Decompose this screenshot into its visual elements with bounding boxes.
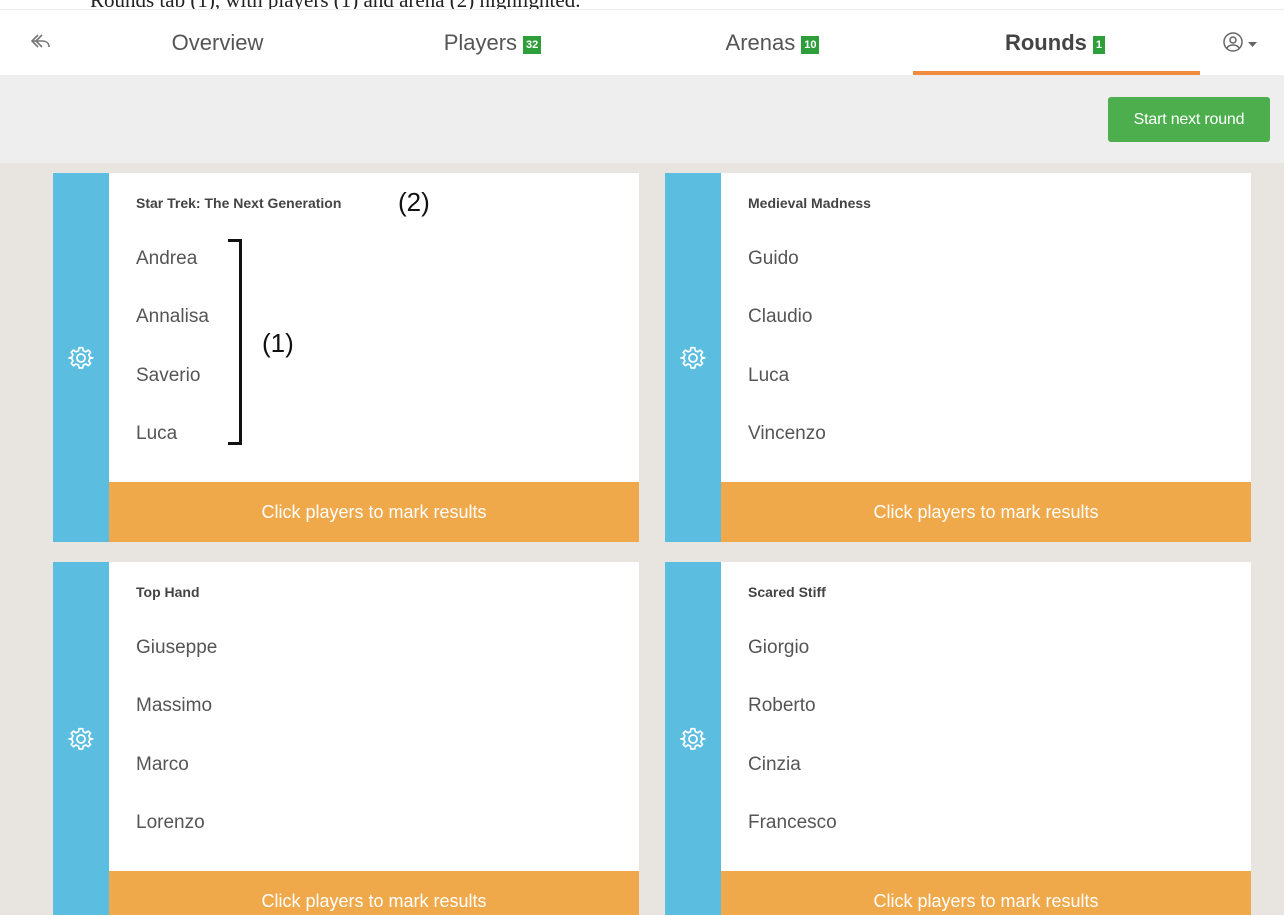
player-item[interactable]: Giuseppe bbox=[136, 637, 217, 659]
round-card: Top Hand Giuseppe Massimo Marco Lorenzo … bbox=[53, 562, 639, 915]
arenas-count-badge: 10 bbox=[801, 35, 820, 54]
rounds-count-badge: 1 bbox=[1092, 35, 1105, 54]
tab-overview-label: Overview bbox=[171, 29, 264, 55]
player-item[interactable]: Roberto bbox=[748, 695, 816, 717]
player-item[interactable]: Guido bbox=[748, 248, 799, 270]
top-navigation: Overview Players 32 Arenas 10 Rounds 1 bbox=[0, 10, 1284, 75]
player-item[interactable]: Luca bbox=[748, 365, 789, 387]
arena-name: Scared Stiff bbox=[748, 584, 826, 600]
round-card: Star Trek: The Next Generation Andrea An… bbox=[53, 173, 639, 542]
round-card: Medieval Madness Guido Claudio Luca Vinc… bbox=[665, 173, 1251, 542]
player-item[interactable]: Luca bbox=[136, 423, 177, 445]
arena-name: Top Hand bbox=[136, 584, 200, 600]
tab-arenas[interactable]: Arenas 10 bbox=[705, 10, 840, 75]
player-item[interactable]: Saverio bbox=[136, 365, 200, 387]
mark-results-bar[interactable]: Click players to mark results bbox=[109, 482, 639, 542]
user-menu[interactable] bbox=[1222, 31, 1268, 58]
card-settings-button[interactable] bbox=[665, 173, 721, 542]
gear-icon bbox=[680, 726, 706, 752]
gear-icon bbox=[68, 726, 94, 752]
card-settings-button[interactable] bbox=[53, 562, 109, 915]
mark-results-bar[interactable]: Click players to mark results bbox=[109, 871, 639, 915]
player-item[interactable]: Giorgio bbox=[748, 637, 809, 659]
reply-icon[interactable] bbox=[30, 32, 54, 52]
player-item[interactable]: Lorenzo bbox=[136, 812, 205, 834]
players-count-badge: 32 bbox=[523, 35, 542, 54]
player-item[interactable]: Vincenzo bbox=[748, 423, 826, 445]
player-item[interactable]: Massimo bbox=[136, 695, 212, 717]
tab-players-label: Players bbox=[443, 29, 518, 55]
tab-rounds[interactable]: Rounds 1 bbox=[985, 10, 1125, 75]
tab-arenas-label: Arenas bbox=[725, 29, 796, 55]
player-item[interactable]: Francesco bbox=[748, 812, 837, 834]
mark-results-bar[interactable]: Click players to mark results bbox=[721, 482, 1251, 542]
round-card: Scared Stiff Giorgio Roberto Cinzia Fran… bbox=[665, 562, 1251, 915]
gear-icon bbox=[68, 345, 94, 371]
rounds-toolbar: Start next round bbox=[0, 75, 1284, 163]
card-settings-button[interactable] bbox=[665, 562, 721, 915]
tab-overview[interactable]: Overview bbox=[150, 10, 285, 75]
start-next-round-button[interactable]: Start next round bbox=[1108, 97, 1270, 142]
player-item[interactable]: Marco bbox=[136, 754, 189, 776]
chevron-down-icon bbox=[1248, 35, 1257, 53]
user-circle-icon bbox=[1222, 31, 1244, 58]
card-settings-button[interactable] bbox=[53, 173, 109, 542]
player-item[interactable]: Andrea bbox=[136, 248, 197, 270]
players-bracket bbox=[228, 239, 242, 445]
player-item[interactable]: Annalisa bbox=[136, 306, 209, 328]
figure-caption: Rounds tab (1), with players (1) and are… bbox=[0, 0, 1284, 10]
tab-rounds-label: Rounds bbox=[1004, 29, 1087, 55]
player-item[interactable]: Claudio bbox=[748, 306, 812, 328]
arena-annotation-marker: (2) bbox=[398, 187, 430, 217]
app-root: Rounds tab (1), with players (1) and are… bbox=[0, 0, 1284, 915]
arena-name: Medieval Madness bbox=[748, 195, 871, 211]
players-annotation-marker: (1) bbox=[262, 328, 294, 358]
gear-icon bbox=[680, 345, 706, 371]
mark-results-bar[interactable]: Click players to mark results bbox=[721, 871, 1251, 915]
caption-text: Rounds tab (1), with players (1) and are… bbox=[90, 0, 580, 9]
player-item[interactable]: Cinzia bbox=[748, 754, 801, 776]
tab-players[interactable]: Players 32 bbox=[425, 10, 560, 75]
arena-name: Star Trek: The Next Generation bbox=[136, 195, 342, 211]
